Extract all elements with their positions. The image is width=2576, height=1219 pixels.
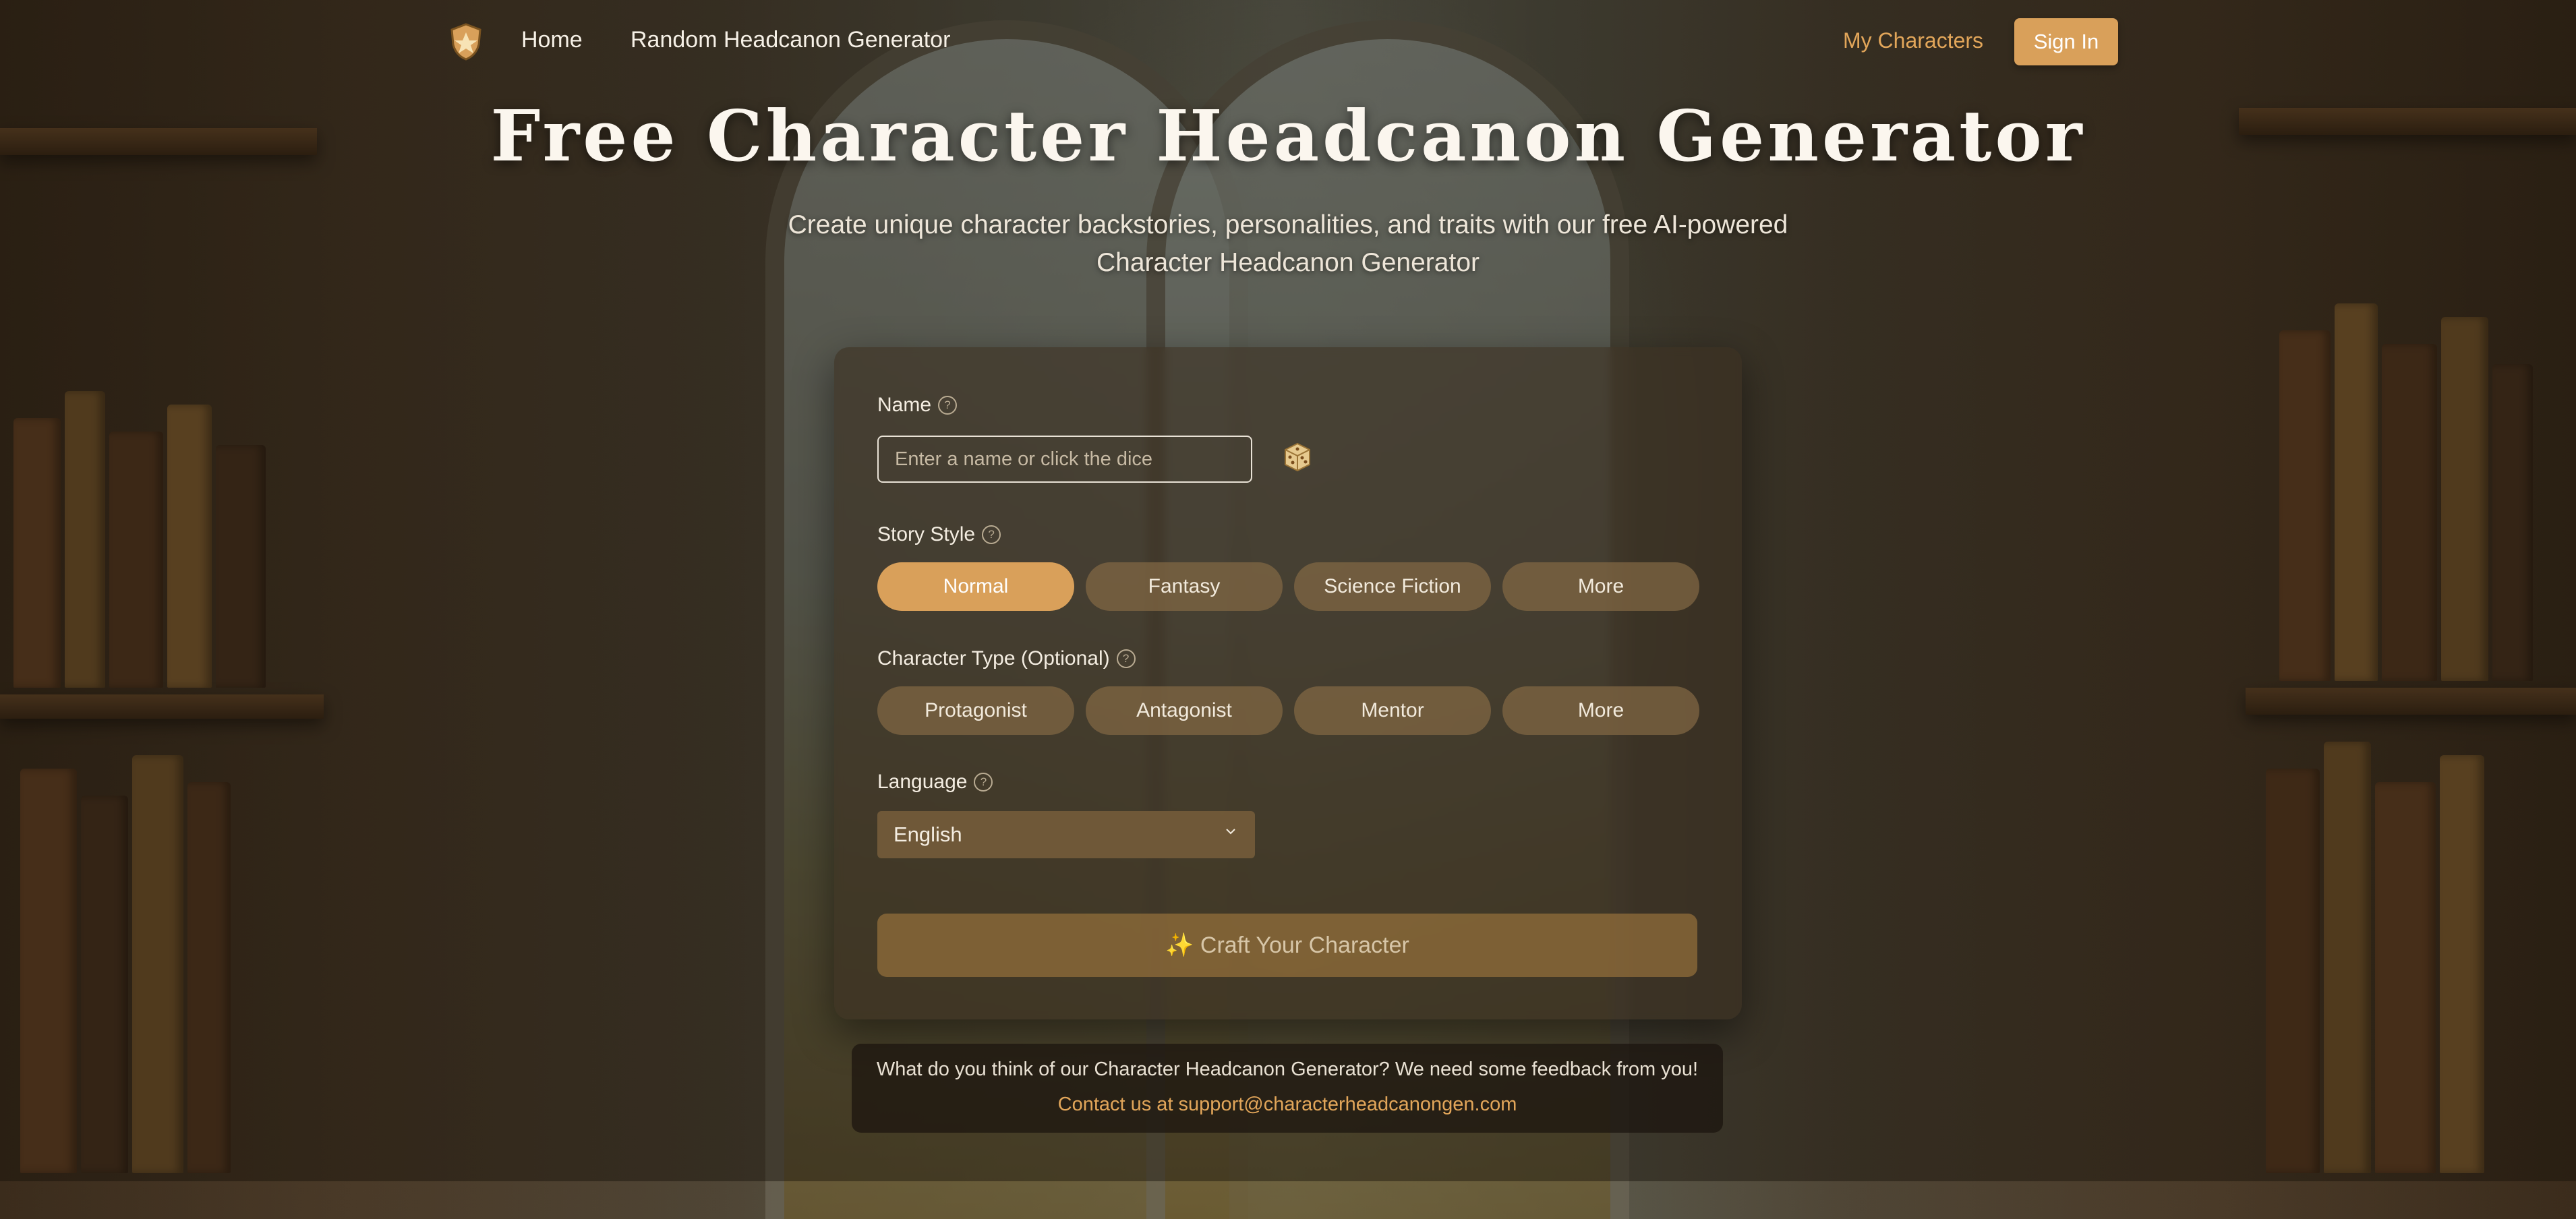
feedback-text: What do you think of our Character Headc… xyxy=(876,1059,1699,1080)
language-select[interactable]: English xyxy=(877,811,1255,858)
character-type-label-row: Character Type (Optional) ? xyxy=(877,647,1136,670)
character-type-mentor[interactable]: Mentor xyxy=(1294,686,1491,735)
nav-home-link[interactable]: Home xyxy=(521,27,583,53)
language-label: Language xyxy=(877,771,968,793)
story-style-fantasy[interactable]: Fantasy xyxy=(1086,562,1283,611)
help-icon[interactable]: ? xyxy=(974,773,993,792)
sign-in-button[interactable]: Sign In xyxy=(2014,18,2118,65)
story-style-more[interactable]: More xyxy=(1502,562,1699,611)
chevron-down-icon xyxy=(1226,829,1235,835)
character-type-more[interactable]: More xyxy=(1502,686,1699,735)
story-style-label-row: Story Style ? xyxy=(877,523,1001,546)
character-type-options: Protagonist Antagonist Mentor More xyxy=(877,686,1699,735)
help-icon[interactable]: ? xyxy=(1116,649,1136,668)
help-icon[interactable]: ? xyxy=(982,525,1001,544)
story-style-normal[interactable]: Normal xyxy=(877,562,1074,611)
story-style-science-fiction[interactable]: Science Fiction xyxy=(1294,562,1491,611)
name-label-row: Name ? xyxy=(877,394,958,417)
language-label-row: Language ? xyxy=(877,771,993,794)
craft-character-button[interactable]: ✨ Craft Your Character xyxy=(877,914,1697,977)
page-subtitle: Create unique character backstories, per… xyxy=(788,210,1788,277)
character-type-antagonist[interactable]: Antagonist xyxy=(1086,686,1283,735)
name-input[interactable] xyxy=(877,436,1252,483)
name-label: Name xyxy=(877,394,932,416)
contact-email-link[interactable]: Contact us at support@characterheadcanon… xyxy=(852,1094,1723,1116)
top-nav: Home Random Headcanon Generator My Chara… xyxy=(0,0,2576,84)
nav-random-generator-link[interactable]: Random Headcanon Generator xyxy=(631,27,950,53)
character-type-protagonist[interactable]: Protagonist xyxy=(877,686,1074,735)
feedback-banner: What do you think of our Character Headc… xyxy=(852,1044,1723,1133)
my-characters-link[interactable]: My Characters xyxy=(1843,28,1983,53)
story-style-options: Normal Fantasy Science Fiction More xyxy=(877,562,1699,611)
dice-icon[interactable] xyxy=(1280,440,1315,475)
page-title: Free Character Headcanon Generator xyxy=(490,94,2086,177)
help-icon[interactable]: ? xyxy=(938,396,958,415)
shield-logo-icon[interactable] xyxy=(449,23,483,61)
story-style-label: Story Style xyxy=(877,523,976,545)
language-selected-value: English xyxy=(894,823,962,846)
character-type-label: Character Type (Optional) xyxy=(877,647,1110,670)
